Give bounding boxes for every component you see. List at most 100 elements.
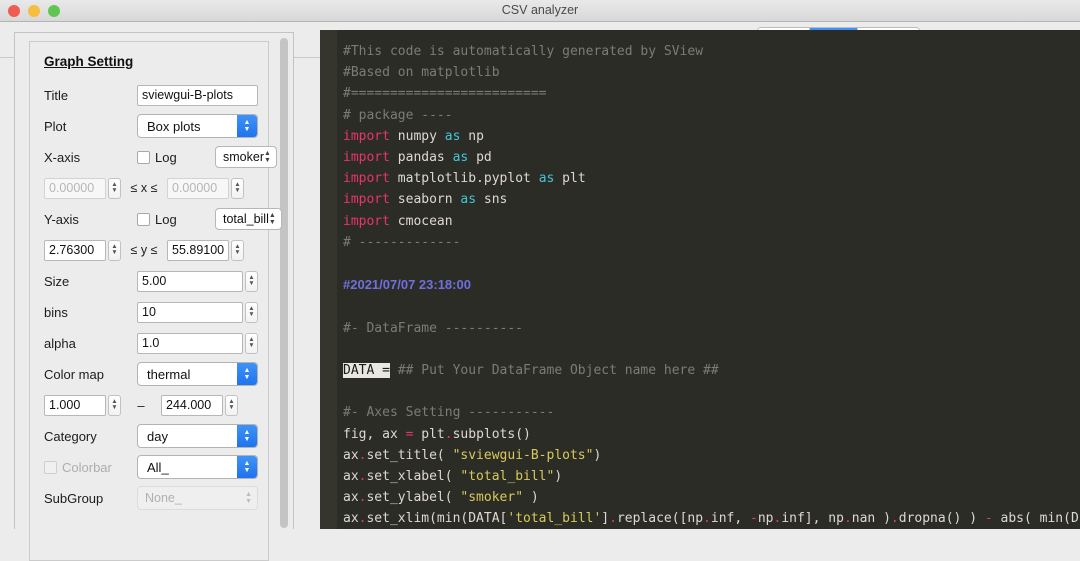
code-token: set_ylabel(: [366, 490, 461, 506]
colormap-label: Color map: [44, 366, 104, 382]
plot-select[interactable]: Box plots ▲ ▼: [137, 114, 258, 138]
log-code-panel: #This code is automatically generated by…: [320, 30, 1080, 529]
code-token: sns: [476, 192, 508, 208]
x-max-stepper[interactable]: ▲ ▼: [231, 177, 244, 199]
y-axis-column-value: total_bill: [223, 212, 269, 226]
code-token: seaborn: [389, 192, 461, 208]
x-log-checkbox[interactable]: [137, 150, 150, 164]
code-token: -: [984, 511, 993, 527]
code-token: "total_bill": [460, 469, 555, 485]
size-input[interactable]: 5.00: [137, 270, 243, 292]
bins-stepper[interactable]: ▲ ▼: [245, 301, 258, 323]
code-token: ax: [343, 490, 359, 506]
category-select[interactable]: day ▲ ▼: [137, 424, 258, 448]
colormap-select-value: thermal: [147, 366, 191, 382]
x-max-input[interactable]: 0.00000: [167, 177, 229, 199]
code-token: import: [343, 171, 390, 187]
code-token: nan ): [851, 511, 891, 527]
colormap-min-input[interactable]: 1.000: [44, 394, 106, 416]
alpha-stepper[interactable]: ▲ ▼: [245, 332, 258, 354]
code-token: "sviewgui-B-plots": [452, 447, 594, 463]
code-line: # -------------: [343, 232, 1080, 253]
code-line: #Based on matplotlib: [343, 62, 1080, 83]
code-line: #- DataFrame ----------: [343, 318, 1080, 339]
code-line: #=========================: [343, 83, 1080, 104]
size-label: Size: [44, 273, 70, 289]
x-min-stepper[interactable]: ▲ ▼: [108, 177, 121, 199]
window-title: CSV analyzer: [501, 3, 579, 17]
code-token: ): [593, 447, 602, 463]
row-alpha: alpha 1.0 ▲ ▼: [44, 330, 258, 356]
y-log-checkbox[interactable]: [137, 212, 150, 226]
code-token: as: [444, 128, 461, 144]
code-token: np: [757, 511, 774, 527]
code-token: .: [444, 426, 453, 442]
x-axis-log-toggle[interactable]: Log: [137, 150, 215, 165]
size-stepper[interactable]: ▲ ▼: [245, 270, 258, 292]
colorbar-checkbox[interactable]: [44, 460, 57, 474]
bins-label: bins: [44, 304, 68, 320]
colormap-max-input[interactable]: 244.000: [161, 394, 223, 416]
subgroup-select-value: None_: [145, 491, 182, 505]
colorbar-toggle[interactable]: Colorbar: [44, 460, 137, 475]
category-select-value: day: [147, 428, 168, 444]
plot-label: Plot: [44, 118, 67, 134]
y-axis-log-toggle[interactable]: Log: [137, 212, 215, 227]
title-input[interactable]: sviewgui-B-plots: [137, 84, 258, 106]
colormap-min-stepper[interactable]: ▲ ▼: [108, 394, 121, 416]
colormap-select[interactable]: thermal ▲ ▼: [137, 362, 258, 386]
row-plot: Plot Box plots ▲ ▼: [44, 113, 258, 139]
settings-scrollbar-track[interactable]: [280, 35, 291, 529]
row-title: Title sviewgui-B-plots: [44, 82, 258, 108]
alpha-input[interactable]: 1.0: [137, 332, 243, 354]
code-token: matplotlib.pyplot: [389, 171, 539, 187]
settings-scrollbar-thumb[interactable]: [280, 38, 288, 528]
row-bins: bins 10 ▲ ▼: [44, 299, 258, 325]
y-min-input[interactable]: 2.76300: [44, 239, 106, 261]
code-token: pd: [468, 150, 492, 166]
chevron-updown-icon: ▲ ▼: [237, 363, 257, 385]
code-token: as: [538, 171, 555, 187]
x-axis-label: X-axis: [44, 149, 81, 165]
y-min-stepper[interactable]: ▲ ▼: [108, 239, 121, 261]
code-line: import numpy as np: [343, 126, 1080, 147]
code-token: plt: [554, 171, 586, 187]
code-token: subplots(): [452, 426, 531, 442]
code-token: ax: [343, 447, 359, 463]
generated-code-text[interactable]: #This code is automatically generated by…: [337, 30, 1080, 529]
y-axis-column-select[interactable]: total_bill ▲ ▼: [215, 208, 282, 230]
y-max-input[interactable]: 55.89100: [167, 239, 229, 261]
row-x-range: 0.00000 ▲ ▼ ≤ x ≤ 0.00000 ▲ ▼: [44, 175, 258, 201]
code-line: DATA = ## Put Your DataFrame Object name…: [343, 360, 1080, 381]
y-max-stepper[interactable]: ▲ ▼: [231, 239, 244, 261]
row-colormap: Color map thermal ▲ ▼: [44, 361, 258, 387]
subgroup-select[interactable]: None_ ▲ ▼: [137, 486, 258, 510]
code-token: pandas: [389, 150, 453, 166]
title-label: Title: [44, 87, 69, 103]
bins-input[interactable]: 10: [137, 301, 243, 323]
code-token: .: [890, 511, 899, 527]
x-axis-column-select[interactable]: smoker ▲ ▼: [215, 146, 277, 168]
y-axis-label: Y-axis: [44, 211, 79, 227]
code-line: import cmocean: [343, 211, 1080, 232]
row-x-axis: X-axis Log smoker ▲ ▼: [44, 144, 277, 170]
code-token: # package ----: [343, 107, 453, 123]
code-token: #Based on matplotlib: [343, 65, 500, 81]
code-line: #This code is automatically generated by…: [343, 41, 1080, 62]
row-subgroup: SubGroup None_ ▲ ▼: [44, 485, 258, 511]
code-token: import: [343, 128, 390, 144]
code-token: ): [523, 490, 539, 506]
colorbar-selection-select[interactable]: All_ ▲ ▼: [137, 455, 258, 479]
window-titlebar: CSV analyzer: [0, 0, 1080, 22]
row-category: Category day ▲ ▼: [44, 423, 258, 449]
code-gutter: [320, 30, 337, 529]
code-line: import seaborn as sns: [343, 189, 1080, 210]
colormap-max-stepper[interactable]: ▲ ▼: [225, 394, 238, 416]
row-colormap-range: 1.000 ▲ ▼ – 244.000 ▲ ▼: [44, 392, 258, 418]
code-line: # package ----: [343, 105, 1080, 126]
y-log-label: Log: [155, 211, 177, 227]
settings-panel: Graph Setting Title sviewgui-B-plots Plo…: [14, 32, 294, 561]
x-min-input[interactable]: 0.00000: [44, 177, 106, 199]
code-line: ax.set_title( "sviewgui-B-plots"): [343, 445, 1080, 466]
